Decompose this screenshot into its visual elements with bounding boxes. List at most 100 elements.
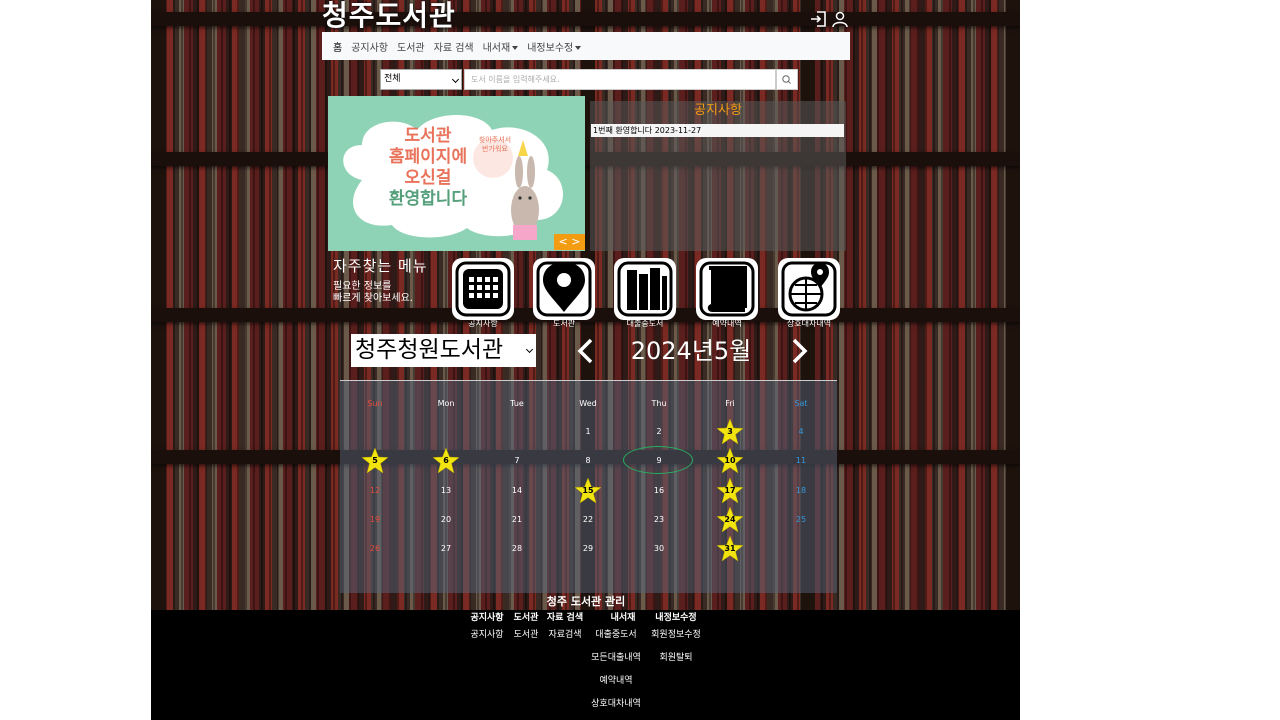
shelf-post [1006, 0, 1020, 610]
day-number: 3 [727, 427, 733, 436]
calendar-day[interactable]: 11 [781, 456, 821, 466]
calendar-day[interactable]: 19 [355, 515, 395, 525]
calendar-day[interactable]: 21 [497, 515, 537, 525]
nav-my-library[interactable]: 내서재 [483, 39, 519, 54]
weekday-header: Sat [794, 399, 808, 408]
footer-link[interactable]: 대출중도서 [595, 630, 636, 641]
event-star-day[interactable]: 17 [716, 477, 744, 505]
event-star-day[interactable]: 31 [716, 535, 744, 563]
quick-reservations-button[interactable] [696, 258, 758, 320]
event-star-day[interactable]: 5 [361, 447, 389, 475]
favorites-subtitle: 필요한 정보를 [333, 281, 392, 292]
calendar-day[interactable]: 27 [426, 544, 466, 554]
day-number: 10 [724, 456, 736, 465]
footer-link[interactable]: 회원정보수정 [651, 630, 701, 641]
quick-label: 상호대차내역 [786, 319, 832, 328]
event-star-day[interactable]: 24 [716, 506, 744, 534]
shelf-board [151, 152, 1020, 166]
calendar-day[interactable]: 14 [497, 486, 537, 496]
banner-line: 환영합니다 [388, 189, 468, 208]
calendar-day[interactable]: 12 [355, 486, 395, 496]
footer-link[interactable]: 모든대출내역 [591, 653, 641, 664]
calendar-day[interactable]: 4 [781, 427, 821, 437]
calendar-day[interactable]: 30 [639, 544, 679, 554]
nav-edit-info[interactable]: 내정보수정 [527, 39, 582, 54]
banner-line: 홈페이지에 [388, 147, 468, 166]
search-button[interactable] [776, 69, 798, 90]
quick-loans-button[interactable] [614, 258, 676, 320]
footer-link[interactable]: 공지사항 [470, 630, 503, 641]
today-highlight [623, 446, 693, 474]
calendar-day[interactable]: 26 [355, 544, 395, 554]
prev-month-button[interactable] [574, 337, 598, 365]
quick-label: 공지사항 [468, 319, 498, 328]
quick-label: 도서관 [552, 319, 576, 328]
nav-edit-info-label: 내정보수정 [527, 42, 574, 54]
calendar-day[interactable]: 28 [497, 544, 537, 554]
calendar-icon [455, 261, 511, 317]
login-icon[interactable] [810, 10, 828, 28]
event-star-day[interactable]: 10 [716, 447, 744, 475]
nav-my-library-label: 내서재 [482, 42, 511, 54]
footer-link[interactable]: 자료검색 [548, 630, 581, 641]
footer-link[interactable]: 회원탈퇴 [659, 653, 692, 664]
main-nav: 홈 공지사항 도서관 자료 검색 내서재 내정보수정 [322, 32, 850, 60]
quick-notice-button[interactable] [452, 258, 514, 320]
search-category-select[interactable]: 전체 [380, 69, 462, 90]
banner-line: 도서관 [404, 126, 452, 145]
weekday-header: Fri [725, 399, 735, 408]
quick-label: 예약내역 [712, 319, 742, 328]
search-icon [782, 75, 791, 84]
calendar-day[interactable]: 8 [568, 456, 608, 466]
calendar-day[interactable]: 20 [426, 515, 466, 525]
footer-link[interactable]: 상호대차내역 [591, 699, 641, 710]
globe-pin-icon [781, 261, 837, 317]
weekday-header: Mon [437, 399, 455, 408]
day-number: 24 [724, 515, 736, 524]
event-star-day[interactable]: 15 [574, 477, 602, 505]
calendar-day[interactable]: 25 [781, 515, 821, 525]
event-star-day[interactable]: 6 [432, 447, 460, 475]
calendar-day[interactable]: 29 [568, 544, 608, 554]
calendar-day[interactable]: 2 [639, 427, 679, 437]
library-select[interactable]: 청주청원도서관 [351, 334, 536, 367]
weekday-header: Wed [579, 399, 597, 408]
shelf-board [151, 12, 1020, 26]
weekday-header: Sun [367, 399, 383, 408]
nav-home[interactable]: 홈 [333, 39, 342, 54]
site-title[interactable]: 청주도서관 [322, 0, 456, 32]
weekday-header: Tue [510, 399, 524, 408]
event-star-day[interactable]: 3 [716, 418, 744, 446]
calendar-day[interactable]: 16 [639, 486, 679, 496]
books-icon [617, 261, 673, 317]
next-month-button[interactable] [787, 337, 811, 365]
calendar-day[interactable]: 18 [781, 486, 821, 496]
day-number: 17 [724, 486, 736, 495]
quick-library-button[interactable] [533, 258, 595, 320]
slider-controls[interactable]: < > [554, 234, 585, 250]
nav-library[interactable]: 도서관 [397, 39, 425, 54]
user-icon[interactable] [831, 10, 849, 28]
footer-heading: 공지사항 [470, 613, 504, 623]
map-pin-icon [536, 261, 592, 317]
book-icon [699, 261, 755, 317]
favorites-title: 자주찾는 메뉴 [333, 257, 428, 275]
calendar-day[interactable]: 22 [568, 515, 608, 525]
footer-link[interactable]: 예약내역 [599, 676, 632, 687]
notice-item[interactable]: 1번째 환영합니다 2023-11-27 [591, 124, 844, 137]
nav-notice[interactable]: 공지사항 [351, 39, 388, 54]
quick-interlibrary-button[interactable] [778, 258, 840, 320]
nav-search[interactable]: 자료 검색 [434, 39, 474, 54]
calendar-day[interactable]: 13 [426, 486, 466, 496]
favorites-subtitle: 빠르게 찾아보세요. [333, 293, 413, 304]
banner-line: 오신걸 [404, 168, 452, 187]
footer [151, 610, 1020, 720]
quick-label: 대출중도서 [626, 319, 664, 328]
calendar-day[interactable]: 7 [497, 456, 537, 466]
footer-link[interactable]: 도서관 [514, 630, 539, 641]
calendar-day[interactable]: 23 [639, 515, 679, 525]
search-input[interactable]: 도서 이름을 입력해주세요. [464, 69, 776, 90]
calendar-day[interactable]: 1 [568, 427, 608, 437]
day-number: 6 [443, 456, 449, 465]
banner-bubble-text: 찾아주셔서 반가워요 [478, 136, 512, 153]
